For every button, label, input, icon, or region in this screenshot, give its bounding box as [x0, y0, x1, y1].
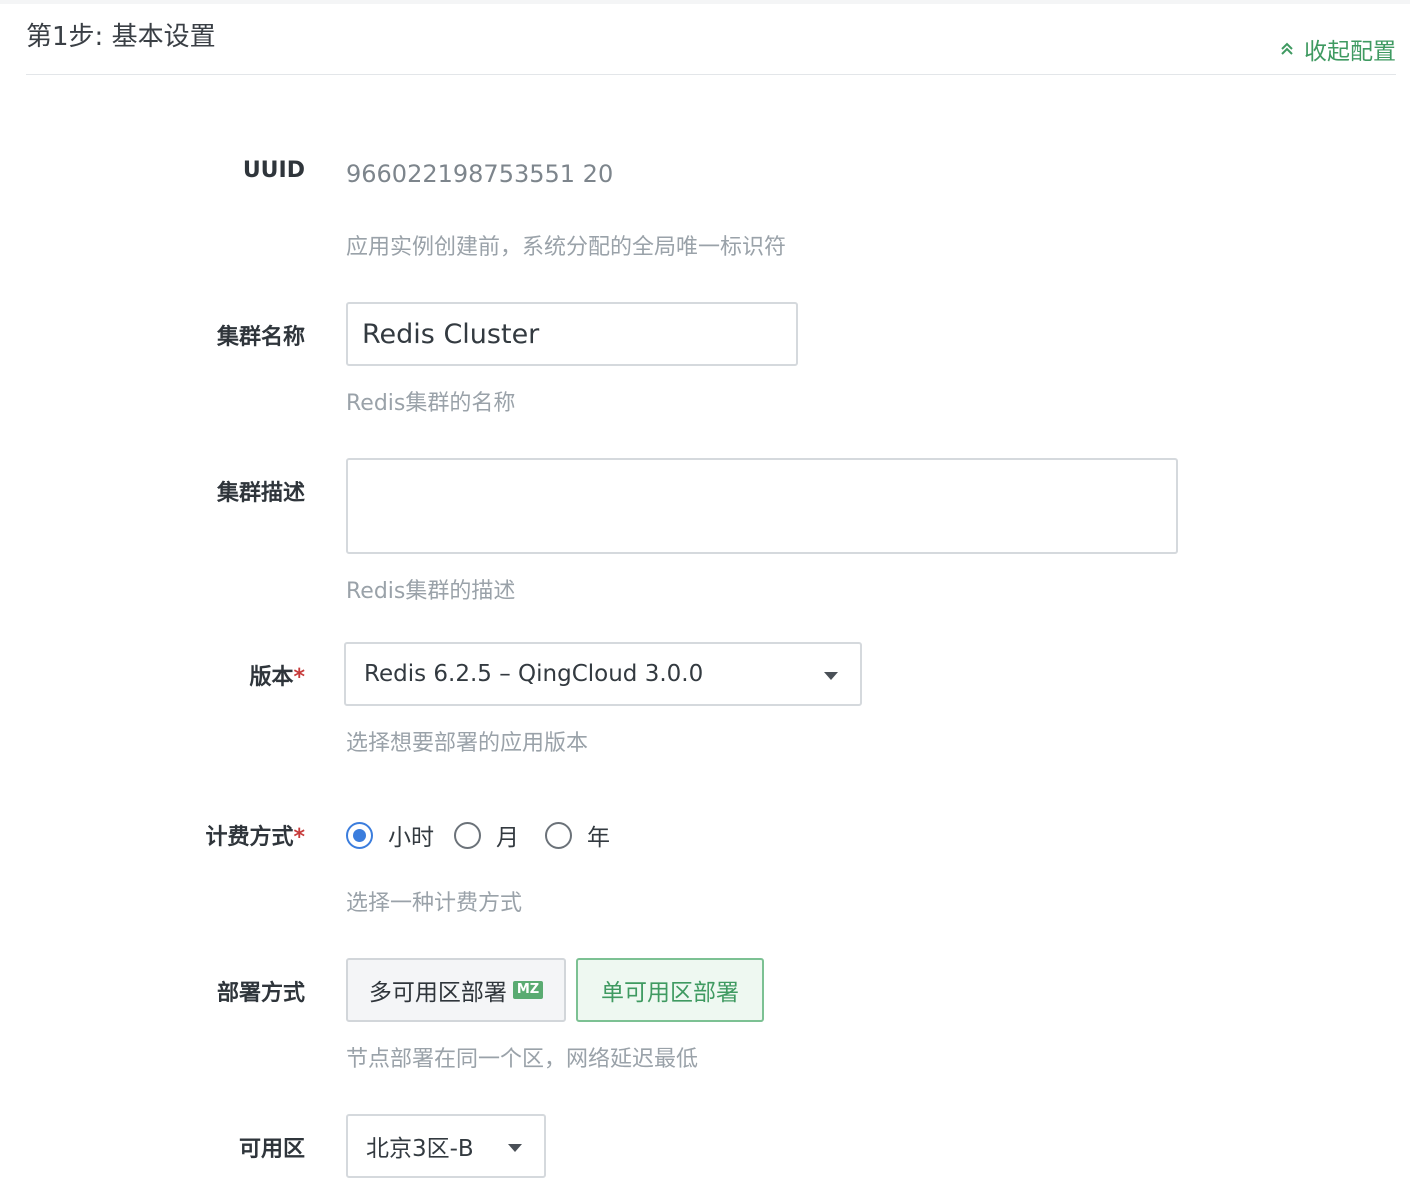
- basic-settings-page: 第1步: 基本设置 收起配置 UUID 966022198753551 20 应…: [0, 0, 1410, 1202]
- mz-badge: MZ: [512, 981, 544, 999]
- billing-label: 计费方式*: [205, 819, 305, 851]
- zone-label: 可用区: [238, 1137, 305, 1162]
- required-mark: *: [293, 665, 305, 690]
- caret-down-icon: [508, 1144, 522, 1152]
- single-zone-deploy-button[interactable]: 单可用区部署: [576, 958, 764, 1022]
- cluster-name-input[interactable]: [346, 302, 798, 366]
- uuid-label: UUID: [242, 158, 305, 183]
- billing-option-month[interactable]: 月: [454, 818, 519, 852]
- version-select[interactable]: Redis 6.2.5 – QingCloud 3.0.0: [344, 642, 862, 706]
- top-strip: [0, 0, 1410, 4]
- billing-option-label: 月: [496, 825, 519, 851]
- billing-help: 选择一种计费方式: [346, 891, 523, 916]
- cluster-desc-help: Redis集群的描述: [346, 579, 516, 604]
- cluster-name-label: 集群名称: [216, 325, 305, 350]
- required-mark: *: [293, 825, 305, 850]
- section-divider: [26, 74, 1396, 75]
- multi-zone-deploy-button[interactable]: 多可用区部署 MZ: [346, 958, 566, 1022]
- radio-checked-icon: [346, 821, 373, 849]
- cluster-desc-label: 集群描述: [216, 481, 305, 506]
- version-selected-value: Redis 6.2.5 – QingCloud 3.0.0: [364, 661, 704, 687]
- zone-selected-value: 北京3区-B: [366, 1136, 474, 1162]
- cluster-name-help: Redis集群的名称: [346, 391, 516, 416]
- version-label: 版本*: [249, 659, 305, 691]
- radio-unchecked-icon: [545, 821, 572, 849]
- billing-option-hour[interactable]: 小时: [346, 818, 434, 852]
- collapse-config-label: 收起配置: [1304, 39, 1396, 65]
- single-zone-deploy-label: 单可用区部署: [601, 980, 739, 1006]
- billing-option-label: 年: [587, 825, 610, 851]
- billing-label-text: 计费方式: [205, 825, 294, 850]
- double-chevron-up-icon: [1280, 42, 1294, 56]
- multi-zone-deploy-label: 多可用区部署: [368, 980, 507, 1006]
- uuid-value: 966022198753551 20: [346, 160, 614, 188]
- radio-unchecked-icon: [454, 821, 481, 849]
- deploy-help: 节点部署在同一个区，网络延迟最低: [346, 1047, 699, 1072]
- deploy-label: 部署方式: [216, 981, 305, 1006]
- billing-option-year[interactable]: 年: [545, 818, 610, 852]
- version-label-text: 版本: [249, 665, 294, 690]
- billing-option-label: 小时: [388, 825, 434, 851]
- cluster-desc-textarea[interactable]: [346, 458, 1178, 554]
- collapse-config-link[interactable]: 收起配置: [1280, 32, 1396, 66]
- uuid-help: 应用实例创建前，系统分配的全局唯一标识符: [346, 235, 787, 260]
- zone-select[interactable]: 北京3区-B: [346, 1114, 546, 1178]
- section-title: 第1步: 基本设置: [26, 22, 216, 52]
- version-help: 选择想要部署的应用版本: [346, 731, 589, 756]
- billing-radio-group: 小时 月 年: [346, 818, 610, 852]
- caret-down-icon: [824, 672, 838, 680]
